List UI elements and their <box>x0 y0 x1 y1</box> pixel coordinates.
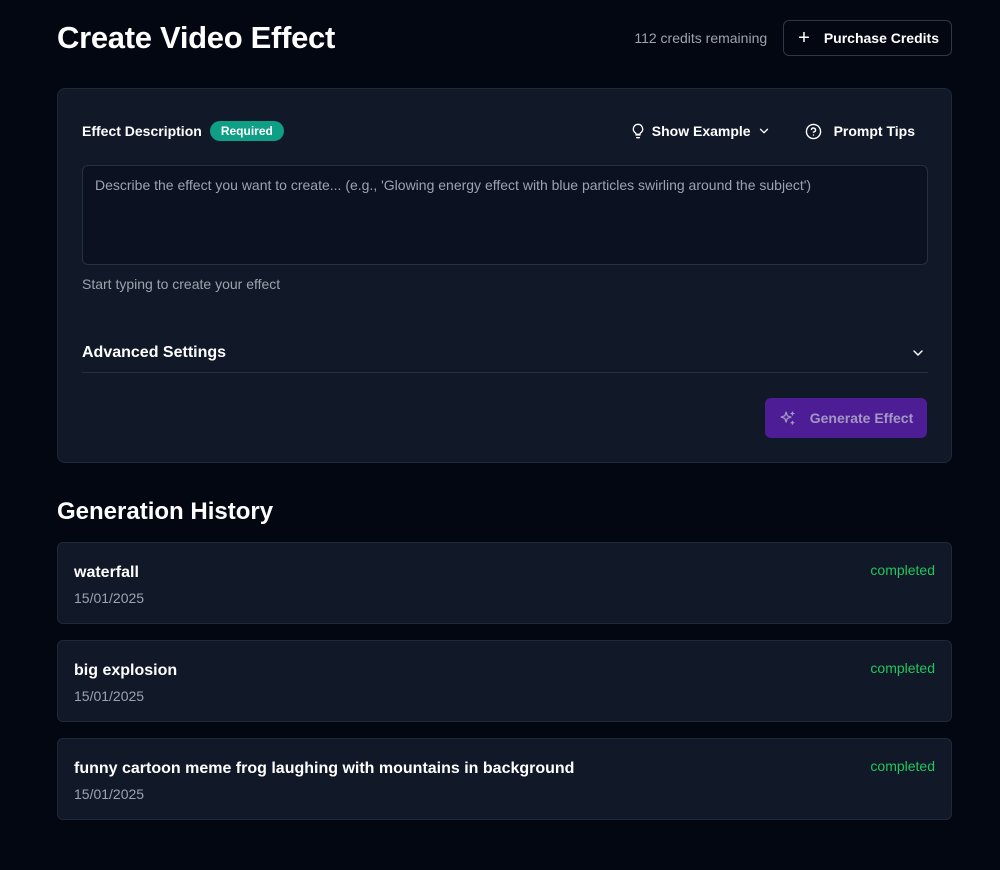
chevron-down-icon <box>913 349 923 356</box>
chevron-down-icon <box>759 128 768 134</box>
show-example-button[interactable]: Show Example <box>630 123 771 139</box>
header-actions: 112 credits remaining + Purchase Credits <box>634 20 952 56</box>
purchase-credits-label: Purchase Credits <box>823 30 939 46</box>
lightbulb-icon <box>632 123 644 139</box>
history-item[interactable]: waterfall 15/01/2025 completed <box>57 542 952 624</box>
status-badge: completed <box>870 562 935 578</box>
status-badge: completed <box>870 660 935 676</box>
effect-description-label: Effect Description <box>82 123 202 139</box>
description-actions: Show Example Prompt Tips <box>630 123 927 140</box>
history-item-title: waterfall <box>74 564 139 581</box>
header: Create Video Effect 112 credits remainin… <box>57 20 952 56</box>
prompt-tips-label: Prompt Tips <box>833 123 915 139</box>
history-item[interactable]: funny cartoon meme frog laughing with mo… <box>57 738 952 820</box>
history-item-date: 15/01/2025 <box>74 688 145 704</box>
input-hint: Start typing to create your effect <box>82 276 281 292</box>
plus-icon: + <box>798 27 810 49</box>
effect-description-heading: Effect Description Required <box>82 121 284 141</box>
sparkles-icon <box>780 410 795 425</box>
history-item[interactable]: big explosion 15/01/2025 completed <box>57 640 952 722</box>
prompt-tips-button[interactable]: Prompt Tips <box>805 123 915 140</box>
effect-form-card: Effect Description Required Show Example <box>57 88 952 463</box>
history-list: waterfall 15/01/2025 completed big explo… <box>57 542 952 836</box>
status-badge: completed <box>870 758 935 774</box>
generate-effect-button[interactable]: Generate Effect <box>765 398 927 438</box>
effect-description-row: Effect Description Required Show Example <box>82 121 927 141</box>
history-item-title: big explosion <box>74 662 178 679</box>
page-title: Create Video Effect <box>57 20 335 55</box>
history-item-date: 15/01/2025 <box>74 786 145 802</box>
history-title: Generation History <box>57 498 274 525</box>
history-item-date: 15/01/2025 <box>74 590 145 606</box>
generate-effect-label: Generate Effect <box>809 410 914 426</box>
purchase-credits-button[interactable]: + Purchase Credits <box>783 20 952 56</box>
effect-description-input[interactable] <box>82 165 928 265</box>
credits-remaining: 112 credits remaining <box>634 30 768 46</box>
show-example-label: Show Example <box>651 123 751 139</box>
help-circle-icon <box>805 123 821 139</box>
page: Create Video Effect 112 credits remainin… <box>0 0 1000 870</box>
advanced-settings-toggle[interactable]: Advanced Settings <box>82 333 928 373</box>
history-item-title: funny cartoon meme frog laughing with mo… <box>74 760 575 777</box>
required-badge: Required <box>209 121 284 141</box>
advanced-settings-label: Advanced Settings <box>82 343 227 361</box>
